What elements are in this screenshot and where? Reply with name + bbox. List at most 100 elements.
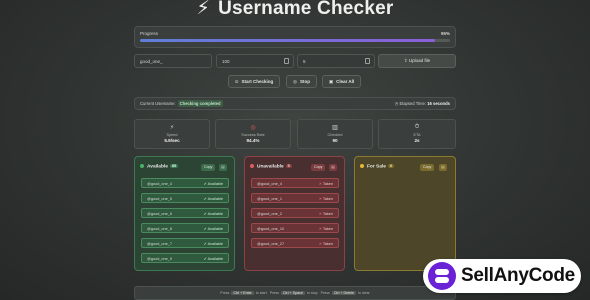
forsale-column: For Sale 0 Copy ▤ [354,156,456,271]
available-title: Available [147,164,168,170]
stat-value: 2s [414,138,420,143]
list-item[interactable]: @good_one_2 ✕ Taken [251,208,339,218]
upload-file-button[interactable]: ⇪ Upload file [378,54,456,68]
list-item[interactable]: @good_one_4 ✕ Taken [251,178,339,188]
lightning-icon: ⚡ [169,125,175,131]
stop-label: Stop [299,79,310,84]
username-text: @good_one_4 [147,182,172,186]
footer-text: to start [255,291,267,295]
current-username: Current Username: Checking completed [140,100,223,107]
username-prefix-value: good_one_ [140,59,163,64]
lightning-icon: ⚡ [196,0,211,19]
username-text: @good_one_7 [147,242,172,246]
stat-label: Speed [166,133,178,137]
shortcut-key: Ctrl + Space [280,291,305,295]
stat-value: 94.4% [246,138,260,143]
forsale-count: 0 [387,164,395,169]
result-status-text: Available [207,212,223,216]
result-status: ✕ Taken [319,239,333,249]
username-text: @good_one_27 [257,242,285,246]
forsale-clear-button[interactable]: ▤ [439,164,447,171]
result-status: ✕ Taken [319,224,333,234]
target-icon: ◎ [250,125,256,131]
result-status: ✕ Taken [319,179,333,189]
result-status: ✔ Available [204,254,223,264]
list-item[interactable]: @good_one_1 ✕ Taken [251,193,339,203]
clear-all-button[interactable]: ▣ Clear All [322,75,361,88]
start-label: Start Checking [241,79,274,84]
stat-label: Checked [327,133,343,137]
stat-checked: ▥ Checked 90 [297,119,373,149]
list-item[interactable]: @good_one_4 ✔ Available [141,178,229,188]
list-item[interactable]: @good_one_10 ✕ Taken [251,223,339,233]
upload-label: Upload file [408,58,431,63]
progress-fill [140,39,435,42]
stat-label: Success Rate [241,133,265,137]
list-item[interactable]: @good_one_5 ✔ Available [141,193,229,203]
result-status: ✔ Available [204,179,223,189]
current-username-label: Current Username: [140,101,176,106]
progress-label: Progress [140,31,159,36]
footer-text: Press [320,291,330,295]
clock-icon: ◷ [394,101,399,106]
stat-success-rate: ◎ Success Rate 94.4% [215,119,291,149]
result-status-text: Taken [322,182,333,186]
username-text: @good_one_10 [257,227,285,231]
progress-track [140,39,450,42]
result-status: ✕ Taken [319,194,333,204]
status-badge: Checking completed [177,100,223,107]
unavailable-copy-button[interactable]: Copy [311,164,326,171]
elapsed-label: Elapsed Time: [399,101,427,106]
result-status: ✔ Available [204,209,223,219]
count-value: 100 [222,59,230,64]
stopwatch-icon: ⏱ [414,124,420,130]
status-bar: Current Username: Checking completed ◷ El… [134,97,456,110]
available-header: Available 85 [140,164,179,170]
list-item[interactable]: @good_one_6 ✔ Available [141,208,229,218]
stat-value: 90 [332,138,338,143]
progress-panel: Progress 95% [134,26,456,48]
count-input[interactable]: 100 [216,54,294,68]
delay-value: 5 [303,59,306,64]
list-item[interactable]: @good_one_7 ✔ Available [141,238,229,248]
list-item[interactable]: @good_one_9 ✔ Available [141,253,229,263]
stop-button[interactable]: ◎ Stop [286,75,317,88]
result-status: ✔ Available [204,194,223,204]
list-item[interactable]: @good_one_8 ✔ Available [141,223,229,233]
forsale-copy-button[interactable]: Copy [420,164,435,171]
stat-speed: ⚡ Speed 5.9/sec [134,119,210,149]
username-text: @good_one_4 [257,182,282,186]
spinner-icon[interactable] [284,58,289,64]
unavailable-clear-button[interactable]: ▤ [329,164,337,171]
footer-text: Press [220,291,230,295]
sellanycode-logo: SellAnyCode [423,259,581,293]
start-checking-button[interactable]: ⊙ Start Checking [228,75,280,88]
app-title: ⚡ Username Checker [0,0,590,20]
elapsed-value: 16 seconds [427,101,450,106]
footer-text: to clear [357,291,370,295]
delay-input[interactable]: 5 [297,54,375,68]
logo-mark-icon [428,262,456,290]
list-item[interactable]: @good_one_27 ✕ Taken [251,238,339,248]
shortcut-key: Ctrl + Enter [231,291,254,295]
spinner-icon[interactable] [365,58,370,64]
clear-label: Clear All [336,79,355,84]
bar-chart-icon: ▥ [332,125,338,131]
username-text: @good_one_8 [147,227,172,231]
available-copy-button[interactable]: Copy [201,164,216,171]
status-dot-icon [140,164,144,168]
forsale-title: For Sale [367,164,386,170]
unavailable-title: Unavailable [257,164,284,170]
stop-icon: ◎ [293,79,297,84]
result-status-text: Taken [322,197,333,201]
stat-value: 5.9/sec [164,138,180,143]
result-status-text: Taken [322,227,333,231]
result-status-text: Available [207,227,223,231]
logo-text: SellAnyCode [461,265,575,286]
username-prefix-input[interactable]: good_one_ [134,54,212,68]
result-status: ✔ Available [204,239,223,249]
username-text: @good_one_5 [147,197,172,201]
available-clear-button[interactable]: ▤ [219,164,227,171]
footer-text: to stop [306,291,318,295]
trash-icon: ▣ [328,79,334,84]
